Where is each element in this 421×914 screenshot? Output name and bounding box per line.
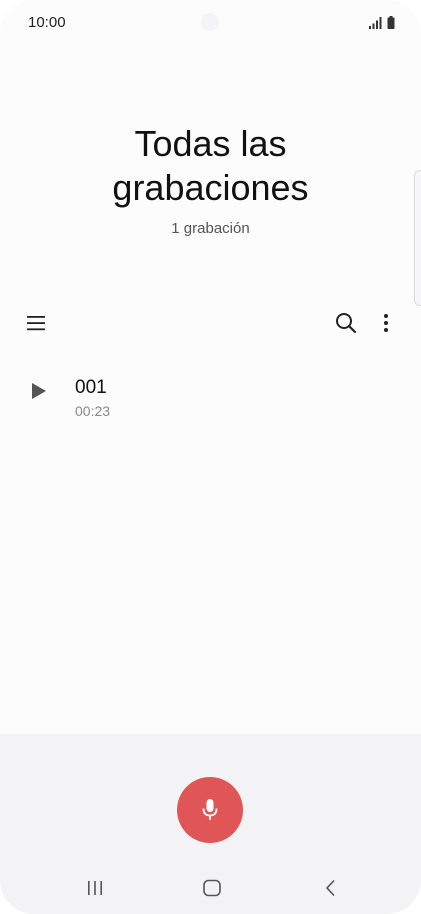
back-icon	[326, 879, 335, 897]
microphone-icon	[202, 799, 218, 820]
page-title: Todas las grabaciones	[112, 123, 309, 208]
status-icons	[369, 15, 395, 29]
header: Todas las grabaciones 1 grabación	[0, 122, 421, 237]
home-icon	[203, 879, 221, 897]
bottom-panel	[0, 734, 421, 914]
recording-list-item[interactable]: 001 00:23	[0, 366, 421, 428]
more-vertical-icon	[384, 314, 388, 332]
status-time: 10:00	[28, 14, 66, 31]
search-button[interactable]	[326, 303, 366, 343]
play-button[interactable]	[22, 374, 56, 408]
back-button[interactable]	[310, 872, 350, 904]
phone-screen: 10:00 Todas las grabaciones 1 grabación	[0, 0, 421, 914]
menu-icon	[27, 316, 45, 331]
recording-name: 001	[75, 377, 107, 398]
recording-count: 1 grabación	[171, 220, 250, 237]
battery-icon	[387, 16, 395, 29]
home-button[interactable]	[192, 872, 232, 904]
toolbar	[0, 300, 421, 346]
more-options-button[interactable]	[366, 303, 406, 343]
recents-icon	[88, 881, 102, 895]
record-button[interactable]	[177, 777, 243, 843]
camera-cutout	[201, 13, 219, 31]
recording-duration: 00:23	[75, 403, 111, 419]
menu-button[interactable]	[16, 303, 56, 343]
navigation-bar	[0, 868, 421, 908]
play-icon	[32, 383, 46, 399]
signal-icon	[369, 17, 382, 29]
recents-button[interactable]	[75, 872, 115, 904]
search-icon	[336, 313, 357, 334]
status-bar: 10:00	[0, 0, 421, 46]
